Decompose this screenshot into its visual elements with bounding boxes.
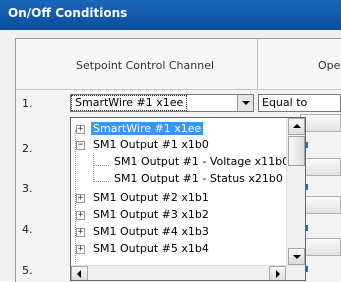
operator-button[interactable]: [300, 158, 341, 176]
tree-line: [93, 153, 94, 182]
row-number: 1.: [22, 97, 33, 110]
row-number: 4.: [22, 223, 33, 236]
expand-plus-icon[interactable]: +: [76, 245, 85, 254]
vertical-scrollbar[interactable]: [286, 118, 305, 265]
list-item-label: SM1 Output #1 - Voltage x11b0: [114, 155, 290, 168]
scrollbar-thumb[interactable]: [288, 136, 305, 166]
dropdown-toggle-button[interactable]: [237, 95, 253, 111]
chevron-down-icon: [242, 101, 250, 105]
chevron-up-icon: [293, 124, 301, 128]
operator-button[interactable]: [300, 238, 341, 256]
scroll-right-button[interactable]: [269, 266, 286, 280]
horizontal-scrollbar[interactable]: [71, 265, 305, 280]
list-item-output-1-status[interactable]: SM1 Output #1 - Status x21b0: [112, 171, 285, 187]
list-item-label: SM1 Output #5 x1b4: [93, 242, 209, 255]
row-number: 2.: [22, 142, 33, 155]
column-header-label: Setpoint Control Channel: [76, 59, 215, 72]
list-item-smartwire[interactable]: SmartWire #1 x1ee: [91, 121, 204, 137]
operator-select[interactable]: Equal to: [258, 94, 341, 112]
expand-plus-icon[interactable]: +: [76, 194, 85, 203]
list-item-label: SM1 Output #1 - Status x21b0: [114, 172, 283, 185]
list-item-output-5[interactable]: SM1 Output #5 x1b4: [91, 241, 211, 257]
scroll-left-button[interactable]: [71, 266, 88, 280]
column-header-label: Opera: [318, 59, 341, 72]
list-item-label: SM1 Output #3 x1b2: [93, 208, 209, 221]
expand-plus-icon[interactable]: +: [76, 125, 85, 134]
tree-line: [93, 165, 109, 166]
row-number: 3.: [22, 182, 33, 195]
channel-dropdown-list[interactable]: SmartWire #1 x1ee + SM1 Output #1 x1b0 −…: [70, 117, 306, 281]
window-title: On/Off Conditions: [8, 6, 128, 20]
title-bar: On/Off Conditions: [0, 0, 341, 30]
collapse-minus-icon[interactable]: −: [76, 141, 85, 150]
setpoint-channel-value: SmartWire #1 x1ee: [70, 95, 188, 111]
setpoint-channel-select[interactable]: SmartWire #1 x1ee: [70, 94, 254, 112]
list-item-label: SM1 Output #1 x1b0: [93, 138, 209, 151]
list-item-label: SM1 Output #2 x1b1: [93, 191, 209, 204]
operator-button[interactable]: [300, 196, 341, 214]
list-item-label: SM1 Output #4 x1b3: [93, 225, 209, 238]
list-item-label: SmartWire #1 x1ee: [91, 122, 204, 135]
scroll-down-button[interactable]: [288, 248, 305, 265]
tree-line: [93, 181, 109, 182]
list-item-output-2[interactable]: SM1 Output #2 x1b1: [91, 190, 211, 206]
column-header-operator[interactable]: Opera: [258, 39, 341, 90]
chevron-left-icon: [77, 270, 81, 278]
list-item-output-1[interactable]: SM1 Output #1 x1b0: [91, 137, 211, 153]
row-number: 5.: [22, 264, 33, 277]
operator-button[interactable]: [300, 114, 341, 132]
column-header-setpoint-channel[interactable]: Setpoint Control Channel: [16, 39, 258, 90]
chevron-down-icon: [293, 255, 301, 259]
list-item-output-3[interactable]: SM1 Output #3 x1b2: [91, 207, 211, 223]
expand-plus-icon[interactable]: +: [76, 228, 85, 237]
list-item-output-1-voltage[interactable]: SM1 Output #1 - Voltage x11b0: [112, 154, 291, 170]
chevron-right-icon: [276, 270, 280, 278]
list-item-output-4[interactable]: SM1 Output #4 x1b3: [91, 224, 211, 240]
expand-plus-icon[interactable]: +: [76, 211, 85, 220]
scroll-up-button[interactable]: [288, 118, 305, 135]
